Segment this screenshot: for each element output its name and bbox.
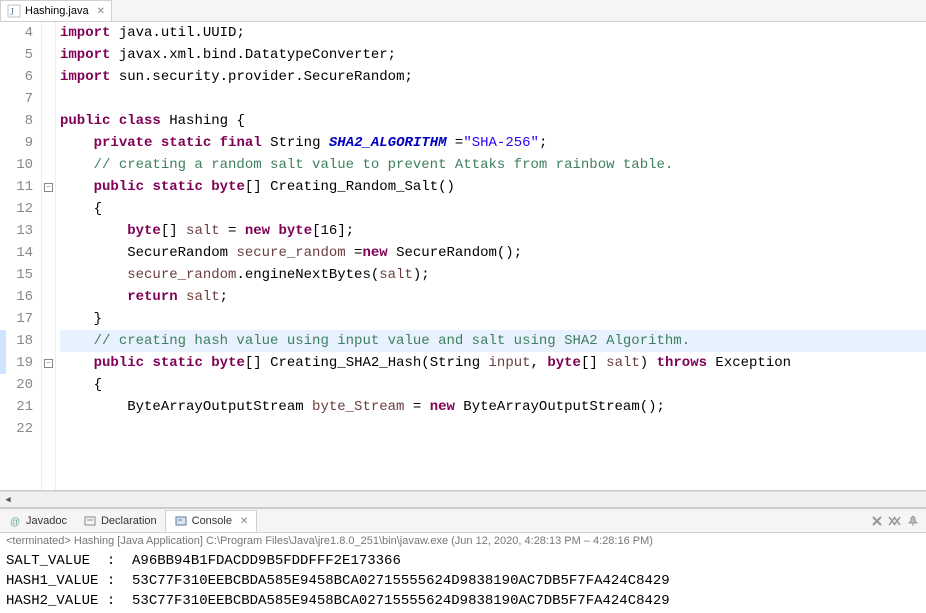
marker-cell: [42, 22, 55, 44]
remove-launch-icon[interactable]: [870, 514, 884, 528]
line-number: 8: [0, 110, 33, 132]
code-line[interactable]: return salt;: [60, 286, 926, 308]
marker-cell: [42, 418, 55, 440]
remove-all-launches-icon[interactable]: [888, 514, 902, 528]
console-output[interactable]: SALT_VALUE : A96BB94B1FDACDD9B5FDDFFF2E1…: [0, 549, 926, 613]
marker-cell: [42, 308, 55, 330]
marker-cell: [42, 242, 55, 264]
code-line[interactable]: public static byte[] Creating_Random_Sal…: [60, 176, 926, 198]
line-number-gutter: 45678910111213141516171819202122: [0, 22, 42, 490]
svg-text:@: @: [10, 517, 20, 527]
pin-console-icon[interactable]: [906, 514, 920, 528]
marker-cell: [42, 44, 55, 66]
line-number: 7: [0, 88, 33, 110]
marker-cell: [42, 220, 55, 242]
close-icon[interactable]: ✕: [97, 6, 105, 17]
javadoc-icon: @: [8, 514, 22, 528]
marker-cell: [42, 154, 55, 176]
marker-cell: [42, 264, 55, 286]
tab-console-label: Console: [192, 515, 232, 527]
marker-cell: [42, 88, 55, 110]
line-number: 4: [0, 22, 33, 44]
marker-cell: [42, 66, 55, 88]
line-number: 6: [0, 66, 33, 88]
close-icon[interactable]: ✕: [240, 516, 248, 527]
line-number: 17: [0, 308, 33, 330]
marker-cell: −: [42, 352, 55, 374]
code-line[interactable]: }: [60, 308, 926, 330]
marker-cell: [42, 132, 55, 154]
marker-cell: [42, 286, 55, 308]
line-number: 20: [0, 374, 33, 396]
tab-javadoc[interactable]: @ Javadoc: [0, 511, 75, 531]
declaration-icon: [83, 514, 97, 528]
line-number: 11: [0, 176, 33, 198]
code-line[interactable]: public class Hashing {: [60, 110, 926, 132]
java-file-icon: J: [7, 4, 21, 18]
marker-cell: [42, 374, 55, 396]
code-line[interactable]: secure_random.engineNextBytes(salt);: [60, 264, 926, 286]
console-line: SALT_VALUE : A96BB94B1FDACDD9B5FDDFFF2E1…: [6, 551, 920, 571]
tab-javadoc-label: Javadoc: [26, 515, 67, 527]
bottom-panel: @ Javadoc Declaration Console ✕ <termina…: [0, 507, 926, 613]
code-line[interactable]: // creating a random salt value to preve…: [60, 154, 926, 176]
view-tab-bar: @ Javadoc Declaration Console ✕: [0, 509, 926, 533]
line-number: 16: [0, 286, 33, 308]
code-line[interactable]: public static byte[] Creating_SHA2_Hash(…: [60, 352, 926, 374]
code-line[interactable]: [60, 418, 926, 440]
fold-toggle-icon[interactable]: −: [44, 183, 53, 192]
tab-declaration[interactable]: Declaration: [75, 511, 165, 531]
code-line[interactable]: ByteArrayOutputStream byte_Stream = new …: [60, 396, 926, 418]
code-line[interactable]: SecureRandom secure_random =new SecureRa…: [60, 242, 926, 264]
line-number: 10: [0, 154, 33, 176]
console-status: <terminated> Hashing [Java Application] …: [0, 533, 926, 549]
line-number: 12: [0, 198, 33, 220]
line-number: 22: [0, 418, 33, 440]
scroll-left-icon[interactable]: ◀: [0, 493, 16, 507]
line-number: 5: [0, 44, 33, 66]
marker-cell: [42, 110, 55, 132]
editor-tab-hashing[interactable]: J Hashing.java ✕: [0, 0, 112, 21]
code-line[interactable]: {: [60, 198, 926, 220]
console-line: HASH1_VALUE : 53C77F310EEBCBDA585E9458BC…: [6, 571, 920, 591]
code-line[interactable]: import java.util.UUID;: [60, 22, 926, 44]
marker-cell: [42, 330, 55, 352]
code-area[interactable]: import java.util.UUID;import javax.xml.b…: [56, 22, 926, 490]
line-number: 14: [0, 242, 33, 264]
fold-toggle-icon[interactable]: −: [44, 359, 53, 368]
code-line[interactable]: import javax.xml.bind.DatatypeConverter;: [60, 44, 926, 66]
code-line[interactable]: {: [60, 374, 926, 396]
line-number: 13: [0, 220, 33, 242]
code-line[interactable]: private static final String SHA2_ALGORIT…: [60, 132, 926, 154]
code-line[interactable]: import sun.security.provider.SecureRando…: [60, 66, 926, 88]
line-number: 21: [0, 396, 33, 418]
marker-column: −−: [42, 22, 56, 490]
horizontal-scrollbar[interactable]: ◀: [0, 491, 926, 507]
editor-tab-label: Hashing.java: [25, 5, 89, 17]
svg-text:J: J: [10, 7, 14, 18]
tab-console[interactable]: Console ✕: [165, 510, 258, 532]
editor-tab-bar: J Hashing.java ✕: [0, 0, 926, 22]
line-number: 19: [0, 352, 33, 374]
console-line: HASH2_VALUE : 53C77F310EEBCBDA585E9458BC…: [6, 591, 920, 611]
editor-area: 45678910111213141516171819202122 −− impo…: [0, 22, 926, 491]
code-line[interactable]: [60, 88, 926, 110]
line-number: 9: [0, 132, 33, 154]
tab-declaration-label: Declaration: [101, 515, 157, 527]
code-line[interactable]: byte[] salt = new byte[16];: [60, 220, 926, 242]
marker-cell: [42, 396, 55, 418]
console-icon: [174, 514, 188, 528]
marker-cell: −: [42, 176, 55, 198]
line-number: 18: [0, 330, 33, 352]
code-line[interactable]: // creating hash value using input value…: [60, 330, 926, 352]
line-number: 15: [0, 264, 33, 286]
marker-cell: [42, 198, 55, 220]
